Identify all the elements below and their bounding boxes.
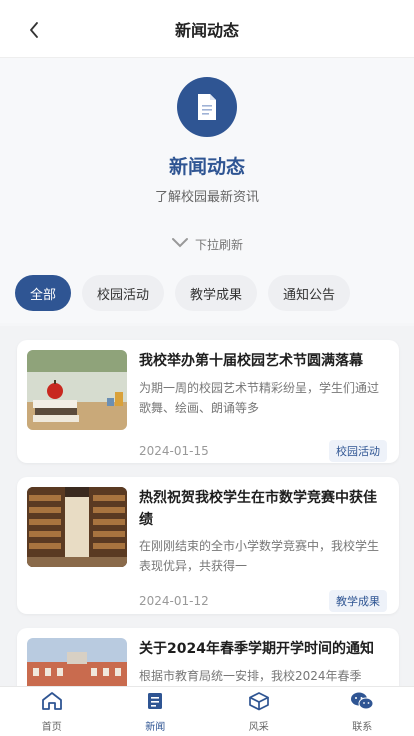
tab-campus-activity[interactable]: 校园活动 [82,275,165,311]
pull-refresh-label: 下拉刷新 [194,238,243,252]
news-summary: 在刚刚结束的全市小学数学竞赛中，我校学生表现优异，共获得一 [139,539,380,573]
tabbar-label: 联系 [352,721,373,733]
tab-notices[interactable]: 通知公告 [268,275,351,311]
tabbar-item-contact[interactable]: 联系 [311,687,414,736]
tabbar-label: 风采 [248,721,269,733]
news-thumbnail [27,487,127,567]
hero-section: 新闻动态 了解校园最新资讯 下拉刷新 [0,58,414,263]
news-thumbnail [27,350,127,430]
home-icon [41,691,63,715]
news-summary: 为期一周的校园艺术节精彩纷呈，学生们通过歌舞、绘画、朗诵等多 [139,381,380,415]
tab-all[interactable]: 全部 [15,275,72,311]
news-card[interactable]: 我校举办第十届校园艺术节圆满落幕 为期一周的校园艺术节精彩纷呈，学生们通过歌舞、… [17,340,399,463]
chevron-down-icon [171,237,189,252]
tabbar-item-home[interactable]: 首页 [0,687,104,736]
tabbar-item-news[interactable]: 新闻 [104,687,208,736]
hero-title: 新闻动态 [168,156,245,178]
news-card[interactable]: 关于2024年春季学期开学时间的通知 根据市教育局统一安排，我校2024年春季 [17,628,399,686]
bottom-tab-bar: 首页 新闻 风采 联系 [0,686,414,736]
news-category-tag: 校园活动 [329,440,387,462]
tabbar-item-showcase[interactable]: 风采 [207,687,311,736]
news-title: 我校举办第十届校园艺术节圆满落幕 [139,353,363,369]
nav-bar: 新闻动态 [0,0,414,58]
tab-teaching-results[interactable]: 教学成果 [175,275,258,311]
tabbar-label: 新闻 [145,721,166,733]
cube-icon [248,691,270,715]
news-date: 2024-01-12 [139,594,209,608]
tabbar-label: 首页 [41,721,62,733]
pull-refresh-hint: 下拉刷新 [0,236,414,253]
back-icon[interactable] [24,19,44,41]
news-card[interactable]: 热烈祝贺我校学生在市数学竞赛中获佳绩 在刚刚结束的全市小学数学竞赛中，我校学生表… [17,477,399,614]
news-date: 2024-01-15 [139,444,209,458]
news-list: 我校举办第十届校园艺术节圆满落幕 为期一周的校园艺术节精彩纷呈，学生们通过歌舞、… [0,326,414,686]
news-icon [145,691,165,715]
hero-subtitle: 了解校园最新资讯 [154,190,259,205]
wechat-icon [350,691,374,715]
document-icon [177,77,237,137]
news-summary: 根据市教育局统一安排，我校2024年春季 [139,669,362,683]
news-title: 热烈祝贺我校学生在市数学竞赛中获佳绩 [139,490,377,528]
news-title: 关于2024年春季学期开学时间的通知 [139,641,374,657]
page-title: 新闻动态 [174,20,239,40]
news-category-tag: 教学成果 [329,590,387,612]
news-thumbnail [27,638,127,686]
category-tabs: 全部 校园活动 教学成果 通知公告 [0,263,414,323]
